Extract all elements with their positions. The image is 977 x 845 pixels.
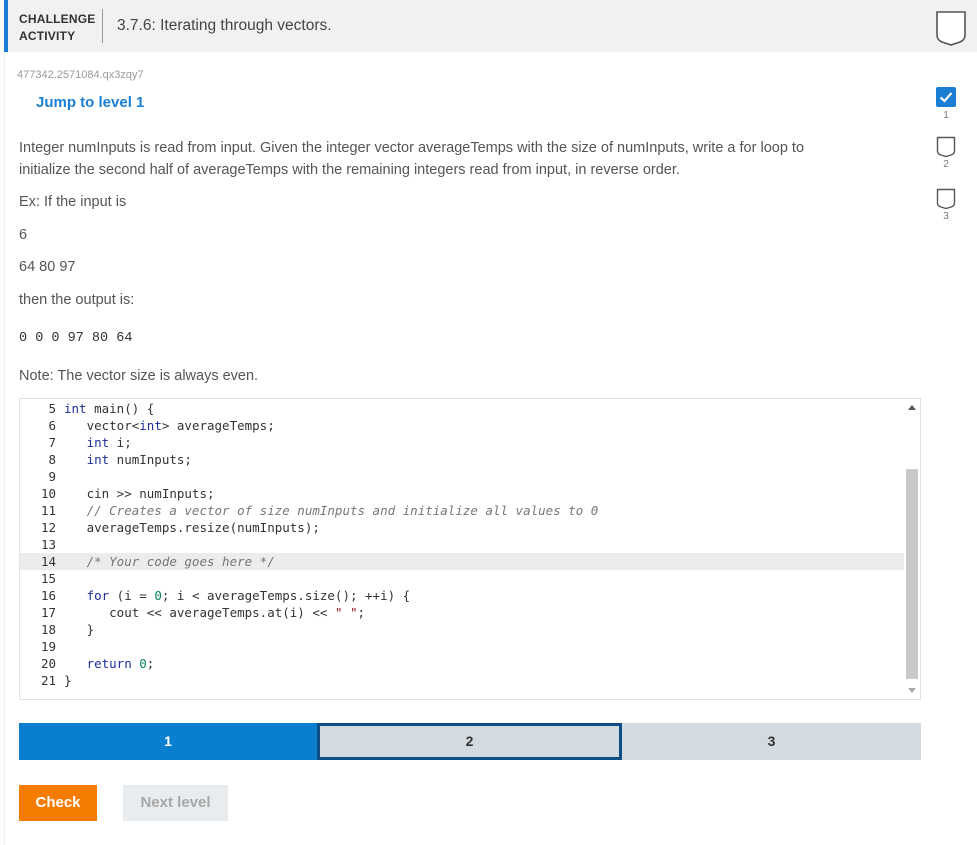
code-text[interactable]: // Creates a vector of size numInputs an… [64,502,599,519]
code-text[interactable]: vector<int> averageTemps; [64,417,275,434]
instructions-line-1: Integer numInputs is read from input. Gi… [19,140,805,156]
line-number: 5 [48,401,56,416]
code-line[interactable]: 20 return 0; [20,655,904,672]
example-input-line-2: 64 80 97 [19,259,76,275]
header-divider [102,9,103,43]
code-text[interactable]: int main() { [64,400,154,417]
header-accent-bar [4,0,8,52]
code-text[interactable]: int i; [64,434,132,451]
sidebar-level-3[interactable]: 3 [936,188,958,222]
code-line[interactable]: 18 } [20,621,904,638]
code-line[interactable]: 9 [20,468,904,485]
level-1-tab[interactable]: 1 [19,723,317,760]
checked-checkbox-icon [936,87,956,107]
code-text[interactable]: cin >> numInputs; [64,485,215,502]
note: Note: The vector size is always even. [19,368,259,384]
jump-to-level-link[interactable]: Jump to level 1 [36,94,144,111]
line-number: 11 [40,503,56,518]
line-number: 14 [40,554,56,569]
line-number: 7 [48,435,56,450]
level-progress-bar: 1 2 3 [19,723,921,760]
code-text[interactable]: int numInputs; [64,451,192,468]
line-number: 6 [48,418,56,433]
activity-header: CHALLENGE ACTIVITY 3.7.6: Iterating thro… [4,0,977,52]
scrollbar-thumb[interactable] [906,469,918,679]
instructions-paragraph: Integer numInputs is read from input. Gi… [19,137,804,181]
output-intro: then the output is: [19,292,135,308]
code-line[interactable]: 17 cout << averageTemps.at(i) << " "; [20,604,904,621]
scroll-down-arrow-icon[interactable] [908,688,916,693]
sidebar-level-1[interactable]: 1 [936,87,958,121]
code-line[interactable]: 8 int numInputs; [20,451,904,468]
shield-outline-icon [936,136,956,158]
level-3-tab[interactable]: 3 [622,723,921,760]
code-line[interactable]: 11 // Creates a vector of size numInputs… [20,502,904,519]
line-number: 19 [40,639,56,654]
scroll-up-arrow-icon[interactable] [908,405,916,410]
code-text[interactable]: averageTemps.resize(numInputs); [64,519,320,536]
code-line[interactable]: 10 cin >> numInputs; [20,485,904,502]
code-text[interactable]: } [64,621,95,638]
check-button[interactable]: Check [19,785,97,821]
line-number: 18 [40,622,56,637]
line-number: 8 [48,452,56,467]
line-number: 16 [40,588,56,603]
line-number: 15 [40,571,56,586]
code-line[interactable]: 19 [20,638,904,655]
activity-type-label: CHALLENGE ACTIVITY [19,11,95,45]
example-input-line-1: 6 [19,227,28,243]
code-line[interactable]: 13 [20,536,904,553]
code-line[interactable]: 12 averageTemps.resize(numInputs); [20,519,904,536]
line-number: 12 [40,520,56,535]
code-text[interactable]: } [64,672,72,689]
line-number: 10 [40,486,56,501]
code-line[interactable]: 6 vector<int> averageTemps; [20,417,904,434]
code-line[interactable]: 16 for (i = 0; i < averageTemps.size(); … [20,587,904,604]
line-number: 21 [40,673,56,688]
level-2-tab[interactable]: 2 [317,723,622,760]
code-text[interactable]: for (i = 0; i < averageTemps.size(); ++i… [64,587,411,604]
line-number: 17 [40,605,56,620]
sidebar-level-label: 3 [943,211,949,222]
code-line[interactable]: 15 [20,570,904,587]
sidebar-level-2[interactable]: 2 [936,136,958,170]
shield-outline-icon [936,188,956,210]
code-line[interactable]: 7 int i; [20,434,904,451]
line-number: 13 [40,537,56,552]
instructions-line-2: initialize the second half of averageTem… [19,162,680,178]
code-line[interactable]: 21} [20,672,904,689]
code-line[interactable]: 5 int main() { [20,400,904,417]
next-level-button[interactable]: Next level [123,785,228,821]
completion-shield-icon [934,9,968,47]
code-text[interactable]: /* Your code goes here */ [64,553,275,570]
activity-id: 477342.2571084.qx3zqy7 [17,69,144,81]
activity-type-line2: ACTIVITY [19,29,76,43]
example-intro: Ex: If the input is [19,194,127,210]
code-editor[interactable]: 5 int main() {6 vector<int> averageTemps;… [19,398,921,700]
code-text[interactable]: cout << averageTemps.at(i) << " "; [64,604,365,621]
code-text[interactable]: return 0; [64,655,155,672]
code-line[interactable]: 14 /* Your code goes here */ [20,553,904,570]
example-output: 0 0 0 97 80 64 [19,331,133,346]
sidebar-level-label: 2 [943,159,949,170]
activity-title: 3.7.6: Iterating through vectors. [117,17,332,34]
line-number: 20 [40,656,56,671]
activity-type-line1: CHALLENGE [19,12,96,26]
editor-scrollbar[interactable] [904,399,920,699]
line-number: 9 [48,469,56,484]
sidebar-level-label: 1 [943,110,949,121]
